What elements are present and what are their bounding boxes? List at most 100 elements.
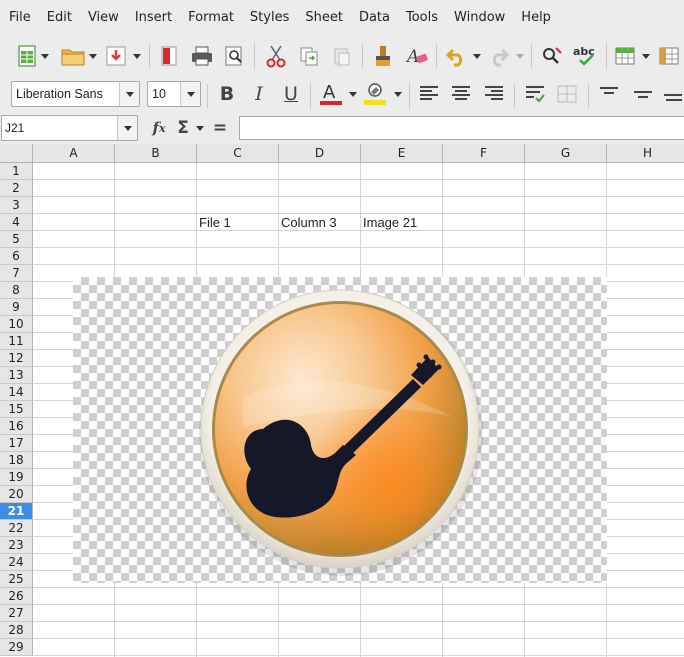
print-icon[interactable] <box>189 36 215 76</box>
center-vertically-icon[interactable] <box>630 76 656 112</box>
redo-icon[interactable] <box>487 36 511 76</box>
formula-input[interactable] <box>239 116 684 140</box>
copy-icon[interactable] <box>296 36 322 76</box>
row-header-1[interactable]: 1 <box>0 163 33 180</box>
row-header-28[interactable]: 28 <box>0 622 33 639</box>
new-dropdown-arrow-icon[interactable] <box>40 36 50 76</box>
row-header-8[interactable]: 8 <box>0 282 33 299</box>
sum-dropdown-icon[interactable] <box>195 112 205 144</box>
row-header-5[interactable]: 5 <box>0 231 33 248</box>
row-header-19[interactable]: 19 <box>0 469 33 486</box>
row-header-15[interactable]: 15 <box>0 401 33 418</box>
menu-format[interactable]: Format <box>182 0 240 36</box>
row-header-25[interactable]: 25 <box>0 571 33 588</box>
row-header-26[interactable]: 26 <box>0 588 33 605</box>
column-header-c[interactable]: C <box>197 144 279 163</box>
name-box[interactable]: J21 <box>1 115 138 141</box>
row-header-2[interactable]: 2 <box>0 180 33 197</box>
font-name-dropdown-icon[interactable] <box>119 82 139 106</box>
paste-icon[interactable] <box>329 36 355 76</box>
row-dropdown-arrow-icon[interactable] <box>641 36 651 76</box>
cut-icon[interactable] <box>263 36 289 76</box>
row-header-27[interactable]: 27 <box>0 605 33 622</box>
save-icon[interactable] <box>104 36 128 76</box>
column-header-h[interactable]: H <box>607 144 684 163</box>
select-all-corner[interactable] <box>0 144 33 163</box>
font-color-dropdown-icon[interactable] <box>348 76 358 112</box>
clone-formatting-icon[interactable] <box>370 36 396 76</box>
align-bottom-icon[interactable] <box>662 76 684 112</box>
column-header-d[interactable]: D <box>279 144 361 163</box>
menu-insert[interactable]: Insert <box>129 0 178 36</box>
undo-icon[interactable] <box>443 36 469 76</box>
row-header-29[interactable]: 29 <box>0 639 33 656</box>
menu-styles[interactable]: Styles <box>244 0 295 36</box>
row-header-18[interactable]: 18 <box>0 452 33 469</box>
new-spreadsheet-icon[interactable] <box>14 36 40 76</box>
column-header-b[interactable]: B <box>115 144 197 163</box>
undo-dropdown-arrow-icon[interactable] <box>472 36 482 76</box>
row-header-21[interactable]: 21 <box>0 503 33 520</box>
row-header-9[interactable]: 9 <box>0 299 33 316</box>
align-top-icon[interactable] <box>596 76 622 112</box>
highlight-color-dropdown-icon[interactable] <box>393 76 403 112</box>
underline-icon[interactable]: U <box>278 76 304 112</box>
column-header-a[interactable]: A <box>33 144 115 163</box>
menu-window[interactable]: Window <box>448 0 511 36</box>
row-header-7[interactable]: 7 <box>0 265 33 282</box>
row-header-22[interactable]: 22 <box>0 520 33 537</box>
row-header-3[interactable]: 3 <box>0 197 33 214</box>
align-right-icon[interactable] <box>481 76 507 112</box>
export-pdf-icon[interactable] <box>157 36 181 76</box>
cell-c4[interactable]: File 1 <box>197 214 231 231</box>
wrap-text-icon[interactable] <box>522 76 548 112</box>
row-header-13[interactable]: 13 <box>0 367 33 384</box>
row-header-10[interactable]: 10 <box>0 316 33 333</box>
row-header-16[interactable]: 16 <box>0 418 33 435</box>
row-header-4[interactable]: 4 <box>0 214 33 231</box>
embedded-image[interactable] <box>73 277 607 583</box>
row-insert-icon[interactable] <box>612 36 638 76</box>
column-header-e[interactable]: E <box>361 144 443 163</box>
name-box-dropdown-icon[interactable] <box>117 116 137 140</box>
menu-file[interactable]: File <box>3 0 37 36</box>
print-preview-icon[interactable] <box>222 36 246 76</box>
row-header-6[interactable]: 6 <box>0 248 33 265</box>
clear-formatting-icon[interactable]: A <box>404 36 430 76</box>
menu-tools[interactable]: Tools <box>400 0 444 36</box>
spreadsheet-grid[interactable]: A B C D E F G H 1 2 3 4 5 6 7 8 9 10 11 12 13 14 15 16 17 18 19 20 2… <box>0 144 684 657</box>
row-header-14[interactable]: 14 <box>0 384 33 401</box>
row-header-23[interactable]: 23 <box>0 537 33 554</box>
font-color-icon[interactable]: A <box>316 76 346 112</box>
row-header-17[interactable]: 17 <box>0 435 33 452</box>
save-dropdown-arrow-icon[interactable] <box>131 36 143 76</box>
row-header-24[interactable]: 24 <box>0 554 33 571</box>
column-header-f[interactable]: F <box>443 144 525 163</box>
sum-icon[interactable]: Σ <box>173 112 193 144</box>
menu-data[interactable]: Data <box>353 0 396 36</box>
align-left-icon[interactable] <box>416 76 442 112</box>
menu-edit[interactable]: Edit <box>41 0 78 36</box>
open-dropdown-arrow-icon[interactable] <box>88 36 98 76</box>
font-name-box[interactable]: Liberation Sans <box>11 81 140 107</box>
formula-equals-icon[interactable]: = <box>210 112 230 144</box>
spelling-icon[interactable]: abc <box>571 36 601 76</box>
find-replace-icon[interactable] <box>538 36 566 76</box>
cell-d4[interactable]: Column 3 <box>279 214 337 231</box>
highlight-color-icon[interactable] <box>360 76 390 112</box>
row-header-20[interactable]: 20 <box>0 486 33 503</box>
align-center-icon[interactable] <box>448 76 474 112</box>
row-header-11[interactable]: 11 <box>0 333 33 350</box>
row-header-12[interactable]: 12 <box>0 350 33 367</box>
font-size-box[interactable]: 10 <box>147 81 201 107</box>
cell-e4[interactable]: Image 21 <box>361 214 417 231</box>
column-header-g[interactable]: G <box>525 144 607 163</box>
column-insert-icon[interactable] <box>656 36 682 76</box>
bold-icon[interactable]: B <box>214 76 240 112</box>
function-wizard-icon[interactable]: fx <box>147 112 171 144</box>
menu-help[interactable]: Help <box>515 0 557 36</box>
open-folder-icon[interactable] <box>58 36 88 76</box>
italic-icon[interactable]: I <box>246 76 272 112</box>
font-size-dropdown-icon[interactable] <box>180 82 200 106</box>
merge-cells-icon[interactable] <box>554 76 580 112</box>
